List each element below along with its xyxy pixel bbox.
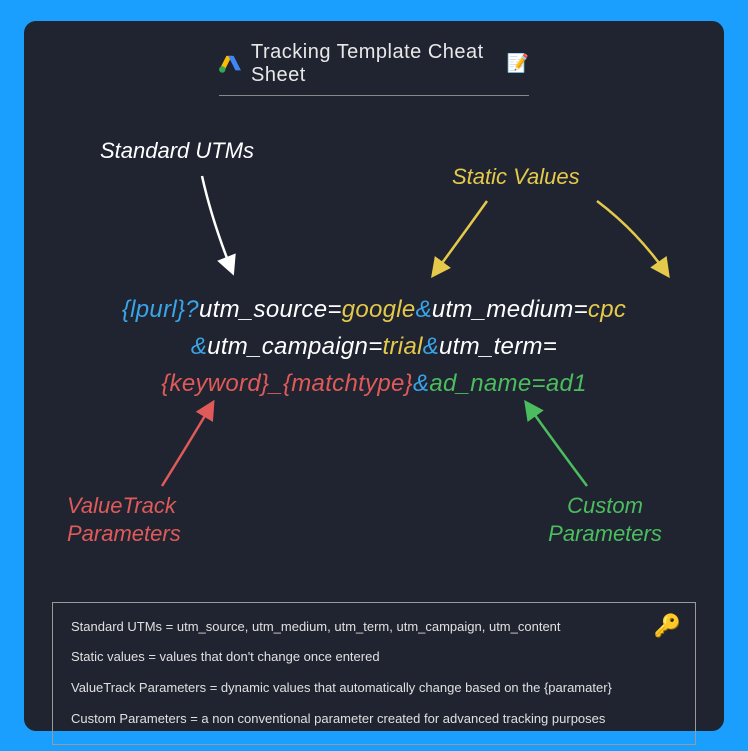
google-ads-icon — [219, 54, 241, 74]
url-utm-term-key: utm_term — [439, 333, 543, 360]
url-utm-medium-key: utm_medium — [432, 296, 574, 323]
arrow-static-1 — [422, 196, 502, 286]
label-standard-utms: Standard UTMs — [100, 138, 254, 164]
url-utm-source-val: google — [342, 296, 416, 323]
url-utm-campaign-val: trial — [383, 333, 423, 360]
arrow-standard — [192, 171, 252, 281]
url-utm-medium-val: cpc — [588, 296, 626, 323]
arrow-static-2 — [582, 196, 682, 286]
url-utm-source-key: utm_source — [199, 296, 327, 323]
page-title: Tracking Template Cheat Sheet — [251, 41, 497, 87]
url-custom-key: ad_name — [429, 370, 531, 397]
diagram-canvas: Standard UTMs Static Values ValueTrack P… — [52, 96, 696, 596]
arrow-custom — [512, 396, 602, 496]
url-lpurl: {lpurl}? — [122, 296, 199, 323]
header: Tracking Template Cheat Sheet 📝 — [219, 41, 529, 96]
url-utm-campaign-key: utm_campaign — [207, 333, 368, 360]
legend-standard: Standard UTMs = utm_source, utm_medium, … — [71, 619, 677, 636]
label-static-values: Static Values — [452, 164, 580, 190]
label-valuetrack: ValueTrack Parameters — [67, 492, 181, 549]
legend-custom: Custom Parameters = a non conventional p… — [71, 711, 677, 728]
cheat-sheet-card: Tracking Template Cheat Sheet 📝 Standard… — [24, 21, 724, 731]
arrow-valuetrack — [152, 396, 232, 496]
url-template: {lpurl}?utm_source=google&utm_medium=cpc… — [52, 291, 696, 403]
legend-static: Static values = values that don't change… — [71, 649, 677, 666]
url-custom-val: ad1 — [546, 370, 587, 397]
legend-box: 🔑 Standard UTMs = utm_source, utm_medium… — [52, 602, 696, 746]
key-icon: 🔑 — [654, 613, 681, 639]
memo-icon: 📝 — [507, 53, 529, 74]
url-valuetrack: {keyword}_{matchtype} — [161, 370, 413, 397]
legend-valuetrack: ValueTrack Parameters = dynamic values t… — [71, 680, 677, 697]
label-custom: Custom Parameters — [530, 492, 680, 549]
